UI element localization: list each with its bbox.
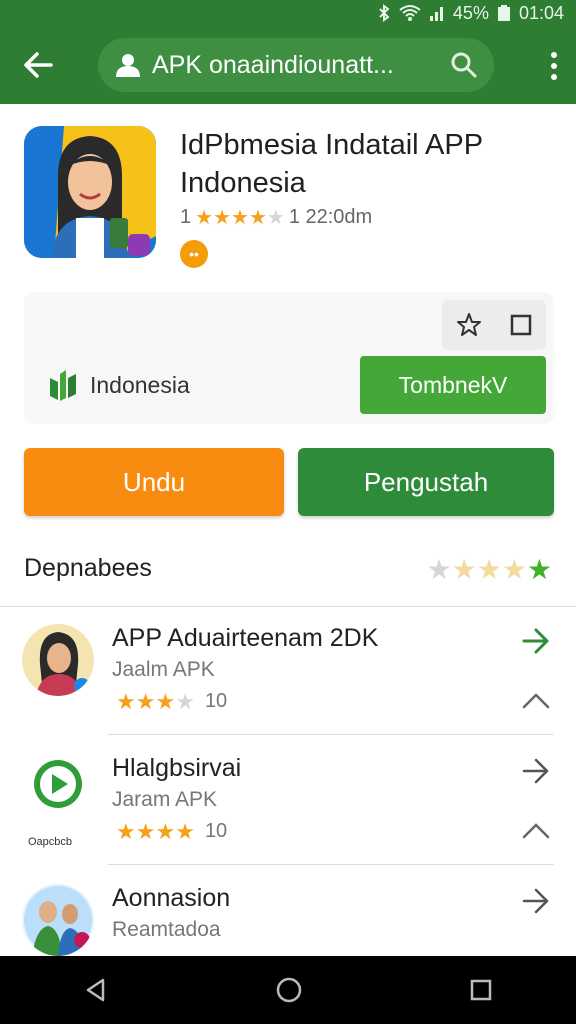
- list-item-subtitle: Jaram APK: [112, 788, 218, 811]
- star-icon: ★: [175, 688, 195, 714]
- star-icon: ★: [266, 206, 285, 229]
- user-icon: [116, 54, 140, 77]
- back-button[interactable]: [0, 26, 76, 104]
- status-badge: ••: [180, 240, 208, 268]
- wifi-icon: [399, 4, 421, 22]
- star-icon: ★: [501, 554, 527, 585]
- avatar: [22, 754, 94, 826]
- rating-stars: ★ ★ ★ ★ ★: [195, 208, 285, 228]
- card-brand: Indonesia: [48, 368, 190, 402]
- arrow-right-icon[interactable]: [522, 888, 550, 914]
- back-triangle-icon[interactable]: [83, 977, 109, 1003]
- section-rating-stars: ★ ★ ★ ★ ★: [426, 556, 552, 584]
- avatar: [22, 624, 94, 696]
- download-button[interactable]: Undu: [24, 448, 284, 516]
- recents-square-icon[interactable]: [469, 978, 493, 1002]
- list-item-rating: ★ ★ ★ ★ 10: [112, 820, 227, 843]
- list-item-title: Aonnasion: [112, 884, 231, 912]
- app-rating: 1 ★ ★ ★ ★ ★ 1 22:0dm: [180, 206, 372, 229]
- app-title: IdPbmesia Indatail APP Indonesia: [180, 129, 483, 199]
- brand-logo-icon: [50, 370, 76, 401]
- search-icon[interactable]: [450, 51, 478, 79]
- card-brand-label: Indonesia: [90, 371, 190, 398]
- star-icon: ★: [426, 554, 452, 585]
- overflow-menu-icon[interactable]: [548, 52, 560, 80]
- avatar-caption: Oapcbcb: [28, 836, 73, 848]
- search-text: APK onaaindiounatt...: [152, 50, 394, 79]
- star-icon: ★: [116, 688, 136, 714]
- rating-prefix: 1: [180, 206, 192, 228]
- list-item-title: Hlalgbsirvai: [112, 754, 242, 782]
- install-button[interactable]: Pengustah: [298, 448, 554, 516]
- star-icon: ★: [526, 554, 552, 585]
- list-item-stars: ★ ★ ★ ★: [116, 818, 195, 844]
- card-actions: [442, 300, 546, 350]
- toolbar: APK onaaindiounatt...: [0, 26, 576, 104]
- search-bar[interactable]: APK onaaindiounatt...: [98, 38, 494, 92]
- battery-percent: 45%: [452, 2, 489, 23]
- rating-meta: 1 22:0dm: [288, 206, 373, 228]
- status-bar: 45% 01:04: [0, 0, 576, 26]
- card-action-button[interactable]: TombnekV: [360, 356, 546, 414]
- list-item-subtitle: Reamtadoa: [112, 918, 221, 941]
- star-icon: ★: [451, 554, 477, 585]
- section-title: Depnabees: [24, 554, 152, 582]
- divider: [108, 734, 554, 735]
- star-icon: ★: [248, 206, 267, 229]
- list-item-subtitle: Jaalm APK: [112, 658, 215, 681]
- clock: 01:04: [518, 2, 564, 23]
- home-circle-icon[interactable]: [275, 976, 303, 1004]
- star-icon: ★: [135, 688, 156, 714]
- star-icon: ★: [195, 206, 214, 229]
- avatar: [22, 884, 94, 956]
- divider: [0, 606, 576, 607]
- list-item-title: APP Aduairteenam 2DK: [112, 624, 379, 652]
- battery-icon: [497, 4, 511, 22]
- list-item[interactable]: Oapcbcb Hlalgbsirvai Jaram APK ★ ★ ★ ★ 10: [0, 748, 576, 876]
- arrow-right-icon[interactable]: [522, 628, 550, 654]
- chevron-up-icon[interactable]: [522, 822, 550, 840]
- signal-icon: [429, 4, 445, 22]
- list-item-count: 10: [204, 820, 228, 842]
- arrow-right-icon[interactable]: [522, 758, 550, 784]
- install-card: Indonesia TombnekV: [24, 292, 554, 424]
- list-item[interactable]: APP Aduairteenam 2DK Jaalm APK ★ ★ ★ ★ 10: [0, 618, 576, 746]
- list-item-rating: ★ ★ ★ ★ 10: [112, 690, 227, 713]
- square-icon[interactable]: [509, 313, 533, 337]
- star-icon: ★: [116, 818, 136, 844]
- star-icon: ★: [155, 818, 176, 844]
- navigation-bar: [0, 956, 576, 1024]
- divider: [108, 864, 554, 865]
- star-outline-icon[interactable]: [456, 312, 482, 338]
- star-icon: ★: [476, 554, 502, 585]
- app-icon: [24, 126, 156, 258]
- list-item-count: 10: [204, 690, 228, 712]
- star-icon: ★: [155, 688, 176, 714]
- bluetooth-icon: [377, 4, 391, 22]
- star-icon: ★: [135, 818, 156, 844]
- chevron-up-icon[interactable]: [522, 692, 550, 710]
- star-icon: ★: [175, 818, 195, 844]
- star-icon: ★: [231, 206, 249, 229]
- app-screen: 45% 01:04 APK onaaindiounatt... IdPbmesi…: [0, 0, 576, 1024]
- star-icon: ★: [213, 206, 231, 229]
- arrow-left-icon: [24, 52, 53, 78]
- list-item-stars: ★ ★ ★ ★: [116, 688, 195, 714]
